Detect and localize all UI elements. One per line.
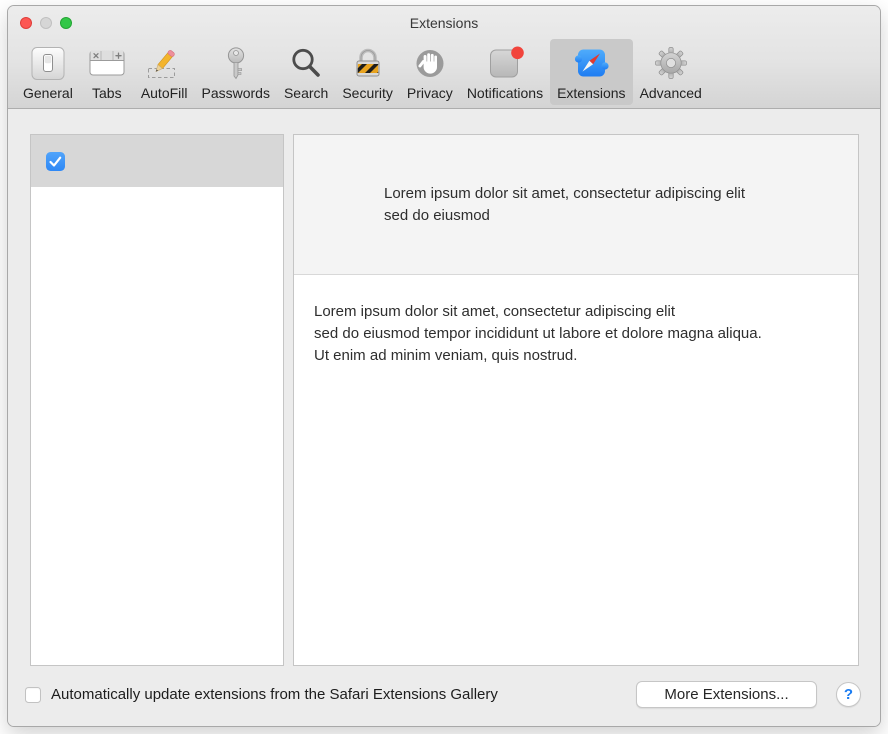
tab-label: AutoFill xyxy=(141,85,188,102)
tab-label: Passwords xyxy=(202,85,270,102)
auto-update-checkbox[interactable] xyxy=(25,687,41,703)
auto-update-row[interactable]: Automatically update extensions from the… xyxy=(25,686,498,703)
tab-privacy[interactable]: Privacy xyxy=(400,39,460,105)
tab-search[interactable]: Search xyxy=(277,39,335,105)
autofill-icon xyxy=(144,43,184,85)
tab-tabs[interactable]: Tabs xyxy=(80,39,134,105)
extensions-content: Lorem ipsum dolor sit amet, consectetur … xyxy=(8,109,880,666)
tab-label: Advanced xyxy=(640,85,702,102)
window-title: Extensions xyxy=(8,6,880,39)
tab-advanced[interactable]: Advanced xyxy=(633,39,709,105)
tab-notifications[interactable]: Notifications xyxy=(460,39,550,105)
detail-body-line: Lorem ipsum dolor sit amet, consectetur … xyxy=(314,301,838,323)
extensions-list xyxy=(30,134,284,666)
search-icon xyxy=(288,43,324,85)
safari-preferences-window: Extensions General xyxy=(7,5,881,727)
tab-label: Extensions xyxy=(557,85,625,102)
tab-label: Search xyxy=(284,85,328,102)
detail-header-line: Lorem ipsum dolor sit amet, consectetur … xyxy=(384,183,842,205)
advanced-icon xyxy=(653,43,689,85)
more-extensions-button[interactable]: More Extensions... xyxy=(636,681,817,708)
extension-detail-description: Lorem ipsum dolor sit amet, consectetur … xyxy=(294,275,858,393)
general-icon xyxy=(29,43,67,85)
tab-label: Tabs xyxy=(92,85,122,102)
tabs-icon xyxy=(87,43,127,85)
help-button[interactable]: ? xyxy=(836,682,861,707)
title-bar[interactable]: Extensions xyxy=(8,6,880,39)
tab-security[interactable]: Security xyxy=(335,39,400,105)
tab-label: Security xyxy=(342,85,393,102)
detail-body-line: sed do eiusmod tempor incididunt ut labo… xyxy=(314,323,838,345)
window-header: Extensions General xyxy=(8,6,880,109)
tab-label: Privacy xyxy=(407,85,453,102)
list-item[interactable] xyxy=(31,135,283,187)
tab-label: Notifications xyxy=(467,85,543,102)
tab-general[interactable]: General xyxy=(16,39,80,105)
notifications-icon xyxy=(485,43,525,85)
passwords-icon xyxy=(222,43,250,85)
privacy-icon xyxy=(413,43,447,85)
tab-extensions[interactable]: Extensions xyxy=(550,39,632,105)
tab-label: General xyxy=(23,85,73,102)
extension-enabled-checkbox[interactable] xyxy=(46,152,65,171)
extensions-icon xyxy=(571,43,611,85)
extension-detail-pane: Lorem ipsum dolor sit amet, consectetur … xyxy=(293,134,859,666)
tab-passwords[interactable]: Passwords xyxy=(195,39,277,105)
security-icon xyxy=(351,43,385,85)
footer-actions: More Extensions... ? xyxy=(636,681,861,708)
auto-update-label: Automatically update extensions from the… xyxy=(51,686,498,703)
footer-bar: Automatically update extensions from the… xyxy=(8,666,880,727)
preferences-toolbar: General Tabs xyxy=(8,39,880,108)
extension-detail-header: Lorem ipsum dolor sit amet, consectetur … xyxy=(294,135,858,275)
detail-body-line: Ut enim ad minim veniam, quis nostrud. xyxy=(314,345,838,367)
tab-autofill[interactable]: AutoFill xyxy=(134,39,195,105)
detail-header-line: sed do eiusmod xyxy=(384,205,842,227)
